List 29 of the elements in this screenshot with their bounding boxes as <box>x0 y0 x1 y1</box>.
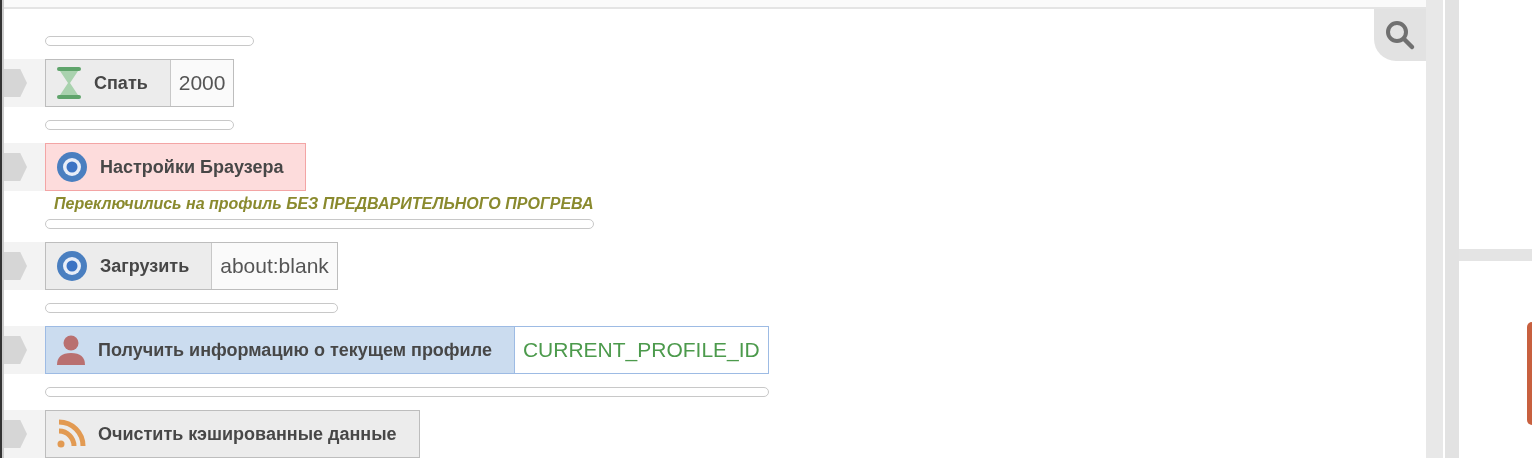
action-block[interactable]: Спать 2000 <box>45 59 235 107</box>
action-label: Очистить кэшированные данные <box>98 423 397 445</box>
action-button[interactable] <box>1527 322 1532 425</box>
search-button[interactable] <box>1374 9 1426 61</box>
action-label: Спать <box>94 72 148 94</box>
action-block[interactable]: Загрузить about:blank <box>45 242 338 290</box>
step-handle[interactable] <box>4 326 45 374</box>
status-note: Переключились на профиль БЕЗ ПРЕДВАРИТЕЛЬНОГО ПРОГРЕВА <box>54 195 594 213</box>
action-block[interactable]: Очистить кэшированные данные <box>45 410 420 458</box>
browser-icon <box>56 250 88 282</box>
action-value: 2000 <box>169 60 234 106</box>
browser-icon <box>56 151 88 183</box>
hourglass-icon <box>56 66 82 100</box>
action-block[interactable]: Получить информацию о текущем профиле CURRENT_PROFILE_ID <box>45 326 769 374</box>
step-handle[interactable] <box>4 242 45 290</box>
splitter-bar[interactable] <box>1445 0 1459 458</box>
action-value: about:blank <box>211 243 337 289</box>
action-label: Настройки Браузера <box>100 156 284 178</box>
search-icon <box>1383 18 1417 52</box>
step-handle[interactable] <box>4 59 45 107</box>
action-label: Загрузить <box>100 255 190 277</box>
feed-icon <box>56 419 86 449</box>
step-handle[interactable] <box>4 143 45 191</box>
user-icon <box>56 334 86 366</box>
panel-splitter[interactable] <box>1459 249 1532 261</box>
action-block[interactable]: Настройки Браузера <box>45 143 307 191</box>
scrollbar-track[interactable] <box>1426 0 1443 458</box>
action-label: Получить информацию о текущем профиле <box>98 339 492 361</box>
step-handle[interactable] <box>4 410 45 458</box>
